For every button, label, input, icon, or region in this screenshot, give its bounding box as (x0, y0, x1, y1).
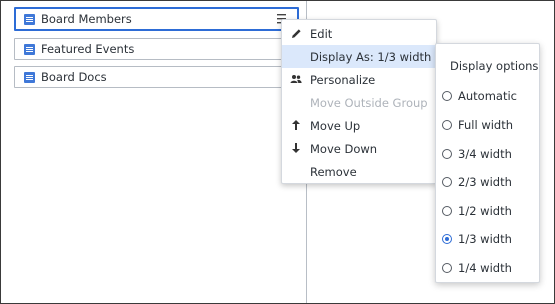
arrow-up-icon (290, 119, 302, 131)
menu-item-display-as[interactable]: Display As: 1/3 width ▶ (282, 45, 442, 68)
arrow-down-icon (290, 142, 302, 154)
option-half-width[interactable]: 1/2 width (442, 203, 512, 219)
block-board-members[interactable]: Board Members (14, 7, 299, 31)
radio-button[interactable] (442, 206, 452, 216)
radio-button[interactable] (442, 120, 452, 130)
option-two-thirds-width[interactable]: 2/3 width (442, 174, 512, 190)
display-options-submenu: Display options Automatic Full width 3/4… (435, 43, 540, 283)
menu-item-move-up[interactable]: Move Up (282, 114, 436, 137)
option-label: 1/4 width (458, 261, 512, 275)
option-label: Automatic (458, 89, 517, 103)
radio-button[interactable] (442, 149, 452, 159)
option-label: 3/4 width (458, 147, 512, 161)
block-context-menu: Edit Display As: 1/3 width ▶ Personalize… (281, 19, 442, 184)
widget-list-icon (24, 43, 35, 55)
pencil-icon (290, 27, 302, 39)
option-full-width[interactable]: Full width (442, 117, 513, 133)
widget-list-icon (24, 13, 35, 25)
option-one-quarter-width[interactable]: 1/4 width (442, 260, 512, 276)
block-title: Board Members (41, 12, 132, 26)
menu-item-move-down[interactable]: Move Down (282, 137, 436, 160)
option-label: Full width (458, 118, 514, 132)
radio-button[interactable] (442, 91, 452, 101)
option-label: 1/2 width (458, 204, 512, 218)
radio-button[interactable] (442, 177, 452, 187)
menu-item-label: Edit (310, 26, 333, 41)
menu-item-label: Move Up (310, 118, 361, 133)
widget-list-icon (24, 71, 35, 83)
radio-button-selected[interactable] (442, 234, 452, 244)
menu-item-remove[interactable]: Remove (282, 160, 436, 183)
layout-column: Board Members Featured Events Board Docs (1, 1, 307, 303)
menu-item-label: Display As: 1/3 width (310, 49, 432, 64)
menu-item-label: Personalize (310, 72, 376, 87)
option-three-quarter-width[interactable]: 3/4 width (442, 146, 512, 162)
option-automatic[interactable]: Automatic (442, 88, 517, 104)
block-title: Board Docs (41, 70, 107, 84)
menu-item-label: Remove (310, 164, 357, 179)
option-one-third-width[interactable]: 1/3 width (442, 231, 512, 247)
block-title: Featured Events (41, 42, 135, 56)
menu-item-label: Move Down (310, 141, 378, 156)
block-featured-events[interactable]: Featured Events (14, 38, 299, 60)
menu-item-label: Move Outside Group (310, 95, 428, 110)
option-label: 2/3 width (458, 175, 512, 189)
menu-item-personalize[interactable]: Personalize (282, 68, 436, 91)
submenu-title: Display options (450, 59, 539, 73)
radio-button[interactable] (442, 263, 452, 273)
block-board-docs[interactable]: Board Docs (14, 66, 299, 88)
menu-item-move-outside-group: Move Outside Group (282, 91, 436, 114)
option-label: 1/3 width (458, 232, 512, 246)
users-icon (290, 73, 302, 85)
menu-item-edit[interactable]: Edit (282, 22, 436, 45)
